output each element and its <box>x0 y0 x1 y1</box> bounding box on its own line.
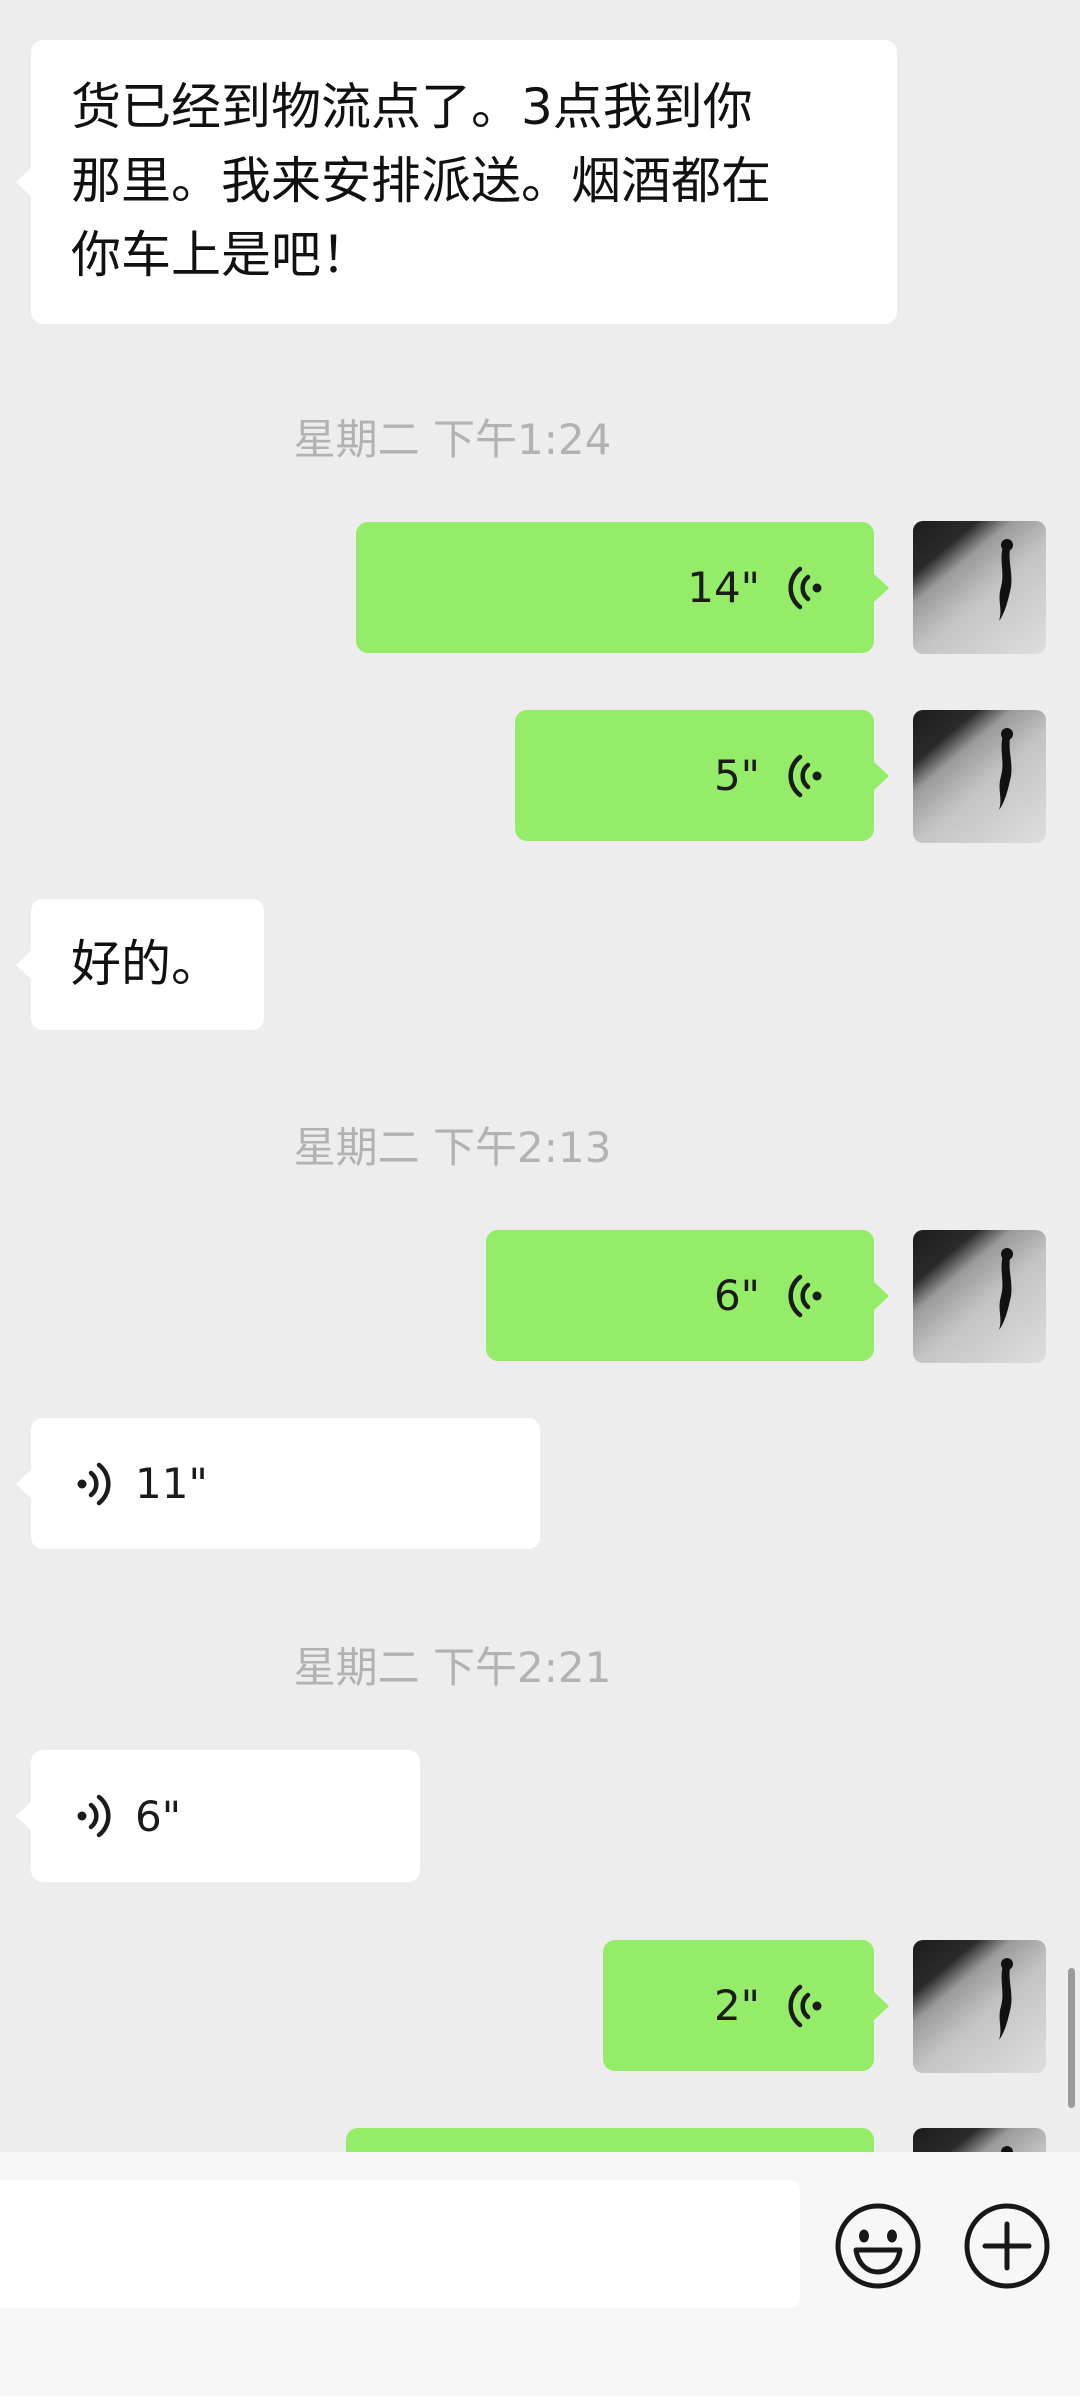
voice-duration: 2" <box>713 1981 760 2030</box>
avatar[interactable] <box>913 2128 1046 2152</box>
voice-duration: 11" <box>135 1459 208 1508</box>
input-bar <box>0 2152 1080 2396</box>
voice-duration: 5" <box>713 751 760 800</box>
outgoing-voice-bubble[interactable]: 14" <box>356 522 889 653</box>
plus-icon <box>964 2203 1050 2289</box>
message-line: 你车上是吧！ <box>71 226 371 284</box>
voice-duration: 14" <box>687 563 760 612</box>
voice-wave-icon <box>788 566 822 609</box>
message-line: 货已经到物流点了。3点我到你 <box>71 78 753 136</box>
incoming-text-bubble[interactable]: 货已经到物流点了。3点我到你 那里。我来安排派送。烟酒都在 你车上是吧！ <box>16 40 897 324</box>
scrollbar[interactable] <box>1068 1968 1075 2108</box>
voice-duration: 6" <box>713 1271 760 1320</box>
timestamp: 星期二 下午1:24 <box>293 415 612 464</box>
timestamp: 星期二 下午2:13 <box>293 1123 612 1172</box>
outgoing-voice-bubble[interactable]: 5" <box>515 710 889 841</box>
outgoing-voice-bubble[interactable] <box>346 2128 874 2152</box>
emoji-button[interactable] <box>832 2200 924 2292</box>
plus-button[interactable] <box>961 2200 1053 2292</box>
voice-wave-icon <box>788 1274 822 1317</box>
incoming-text-bubble[interactable]: 好的。 <box>16 899 264 1030</box>
voice-wave-icon <box>77 1794 111 1838</box>
emoji-icon <box>835 2203 921 2289</box>
message-line: 那里。我来安排派送。烟酒都在 <box>71 152 771 210</box>
voice-wave-icon <box>788 1984 822 2027</box>
avatar[interactable] <box>913 710 1046 843</box>
message-line: 好的。 <box>71 935 221 993</box>
incoming-voice-bubble[interactable]: 6" <box>16 1750 420 1882</box>
outgoing-voice-bubble[interactable]: 2" <box>603 1940 889 2071</box>
outgoing-voice-bubble[interactable]: 6" <box>486 1230 889 1361</box>
timestamp: 星期二 下午2:21 <box>293 1643 612 1692</box>
voice-wave-icon <box>77 1462 111 1505</box>
avatar[interactable] <box>913 1230 1046 1363</box>
avatar[interactable] <box>913 521 1046 654</box>
voice-duration: 6" <box>135 1791 182 1841</box>
message-input[interactable] <box>0 2180 800 2308</box>
voice-wave-icon <box>788 754 822 797</box>
chat-area[interactable]: 货已经到物流点了。3点我到你 那里。我来安排派送。烟酒都在 你车上是吧！ 星期二… <box>0 0 1080 2152</box>
avatar[interactable] <box>913 1940 1046 2073</box>
incoming-voice-bubble[interactable]: 11" <box>16 1418 540 1549</box>
